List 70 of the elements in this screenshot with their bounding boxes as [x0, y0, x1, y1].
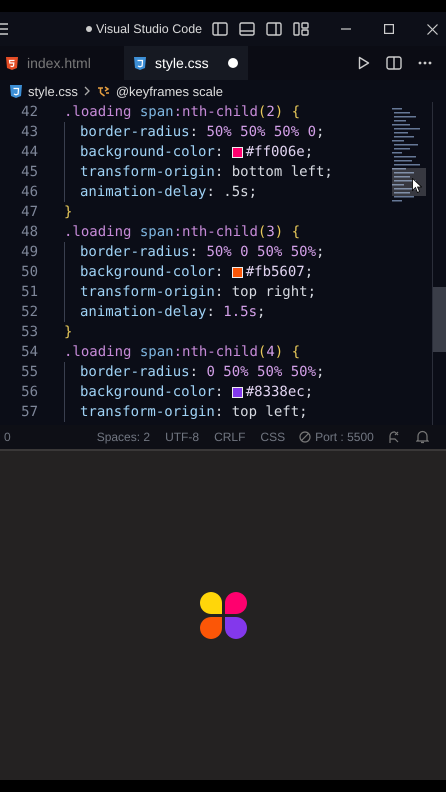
- code-line: }: [64, 324, 72, 340]
- breadcrumb-item[interactable]: style.css: [28, 84, 78, 98]
- code-line: animation-delay: 1.5s;: [80, 304, 266, 320]
- line-number: 53: [20, 324, 38, 340]
- code-line: border-radius: 0 50% 50% 50%;: [80, 364, 324, 380]
- code-line: #fb5607;: [246, 264, 314, 280]
- html-file-icon: [6, 56, 18, 70]
- line-number: 43: [20, 124, 38, 140]
- more-icon[interactable]: [418, 61, 432, 65]
- line-number: 42: [20, 104, 38, 120]
- editor-tab[interactable]: style.css: [124, 46, 248, 80]
- color-swatch[interactable]: [232, 146, 243, 158]
- line-number: 56: [20, 384, 38, 400]
- status-item[interactable]: 0: [4, 430, 11, 444]
- code-line: background-color:: [80, 144, 224, 160]
- code-line: .loading span:nth-child(4) {: [64, 344, 300, 360]
- code-line: transform-origin: top right;: [80, 284, 316, 300]
- minimize-icon[interactable]: [341, 28, 352, 30]
- mouse-pointer-icon: [412, 178, 422, 193]
- maximize-icon[interactable]: [384, 24, 394, 34]
- scrollbar-thumb[interactable]: [433, 287, 446, 352]
- status-item[interactable]: UTF-8: [165, 430, 200, 444]
- code-line: .loading span:nth-child(3) {: [64, 224, 300, 240]
- code-line: #8338ec;: [246, 384, 314, 400]
- symbol-icon: [96, 84, 110, 98]
- line-number: 50: [20, 264, 38, 280]
- port-status[interactable]: Port : 5500: [299, 430, 374, 444]
- line-number: 46: [20, 184, 38, 200]
- code-line: transform-origin: top left;: [80, 404, 308, 420]
- color-swatch[interactable]: [232, 386, 243, 398]
- code-line: border-radius: 50% 0 50% 50%;: [80, 244, 324, 260]
- unsaved-dot-icon: [228, 58, 238, 68]
- line-number: 45: [20, 164, 38, 180]
- panel-toggle-icon[interactable]: [239, 22, 256, 36]
- code-line: #ff006e;: [246, 144, 314, 160]
- menu-icon[interactable]: [0, 22, 8, 36]
- line-number: 47: [20, 204, 38, 220]
- css-file-icon: [10, 84, 22, 98]
- code-line: }: [64, 204, 72, 220]
- bell-icon[interactable]: [416, 430, 429, 444]
- line-number: 55: [20, 364, 38, 380]
- run-icon[interactable]: [358, 56, 370, 70]
- secondary-sidebar-icon[interactable]: [266, 22, 282, 36]
- line-number: 44: [20, 144, 38, 160]
- layout-icon[interactable]: [293, 22, 310, 36]
- code-line: background-color:: [80, 264, 224, 280]
- line-number: 48: [20, 224, 38, 240]
- close-icon[interactable]: [427, 24, 438, 34]
- code-line: .loading span:nth-child(2) {: [64, 104, 300, 120]
- status-item[interactable]: CRLF: [214, 430, 246, 444]
- status-item[interactable]: Spaces: 2: [96, 430, 150, 444]
- split-editor-icon[interactable]: [386, 56, 402, 70]
- window-title: Visual Studio Code: [96, 22, 202, 36]
- css-file-icon: [134, 56, 146, 70]
- color-swatch[interactable]: [232, 266, 243, 278]
- port-label: Port : 5500: [315, 430, 374, 444]
- blocked-icon: [299, 431, 312, 443]
- code-line: border-radius: 50% 50% 50% 0;: [80, 124, 324, 140]
- line-number: 54: [20, 344, 38, 360]
- chevron-icon: [84, 86, 90, 96]
- breadcrumb-item[interactable]: @keyframes scale: [116, 84, 223, 98]
- line-number: 49: [20, 244, 38, 260]
- line-number: 57: [20, 404, 38, 420]
- code-line: animation-delay: .5s;: [80, 184, 258, 200]
- line-number: 52: [20, 304, 38, 320]
- sidebar-toggle-icon[interactable]: [212, 22, 228, 36]
- code-line: transform-origin: bottom left;: [80, 164, 333, 180]
- status-item[interactable]: CSS: [260, 430, 286, 444]
- code-line: background-color:: [80, 384, 224, 400]
- line-number: 51: [20, 284, 38, 300]
